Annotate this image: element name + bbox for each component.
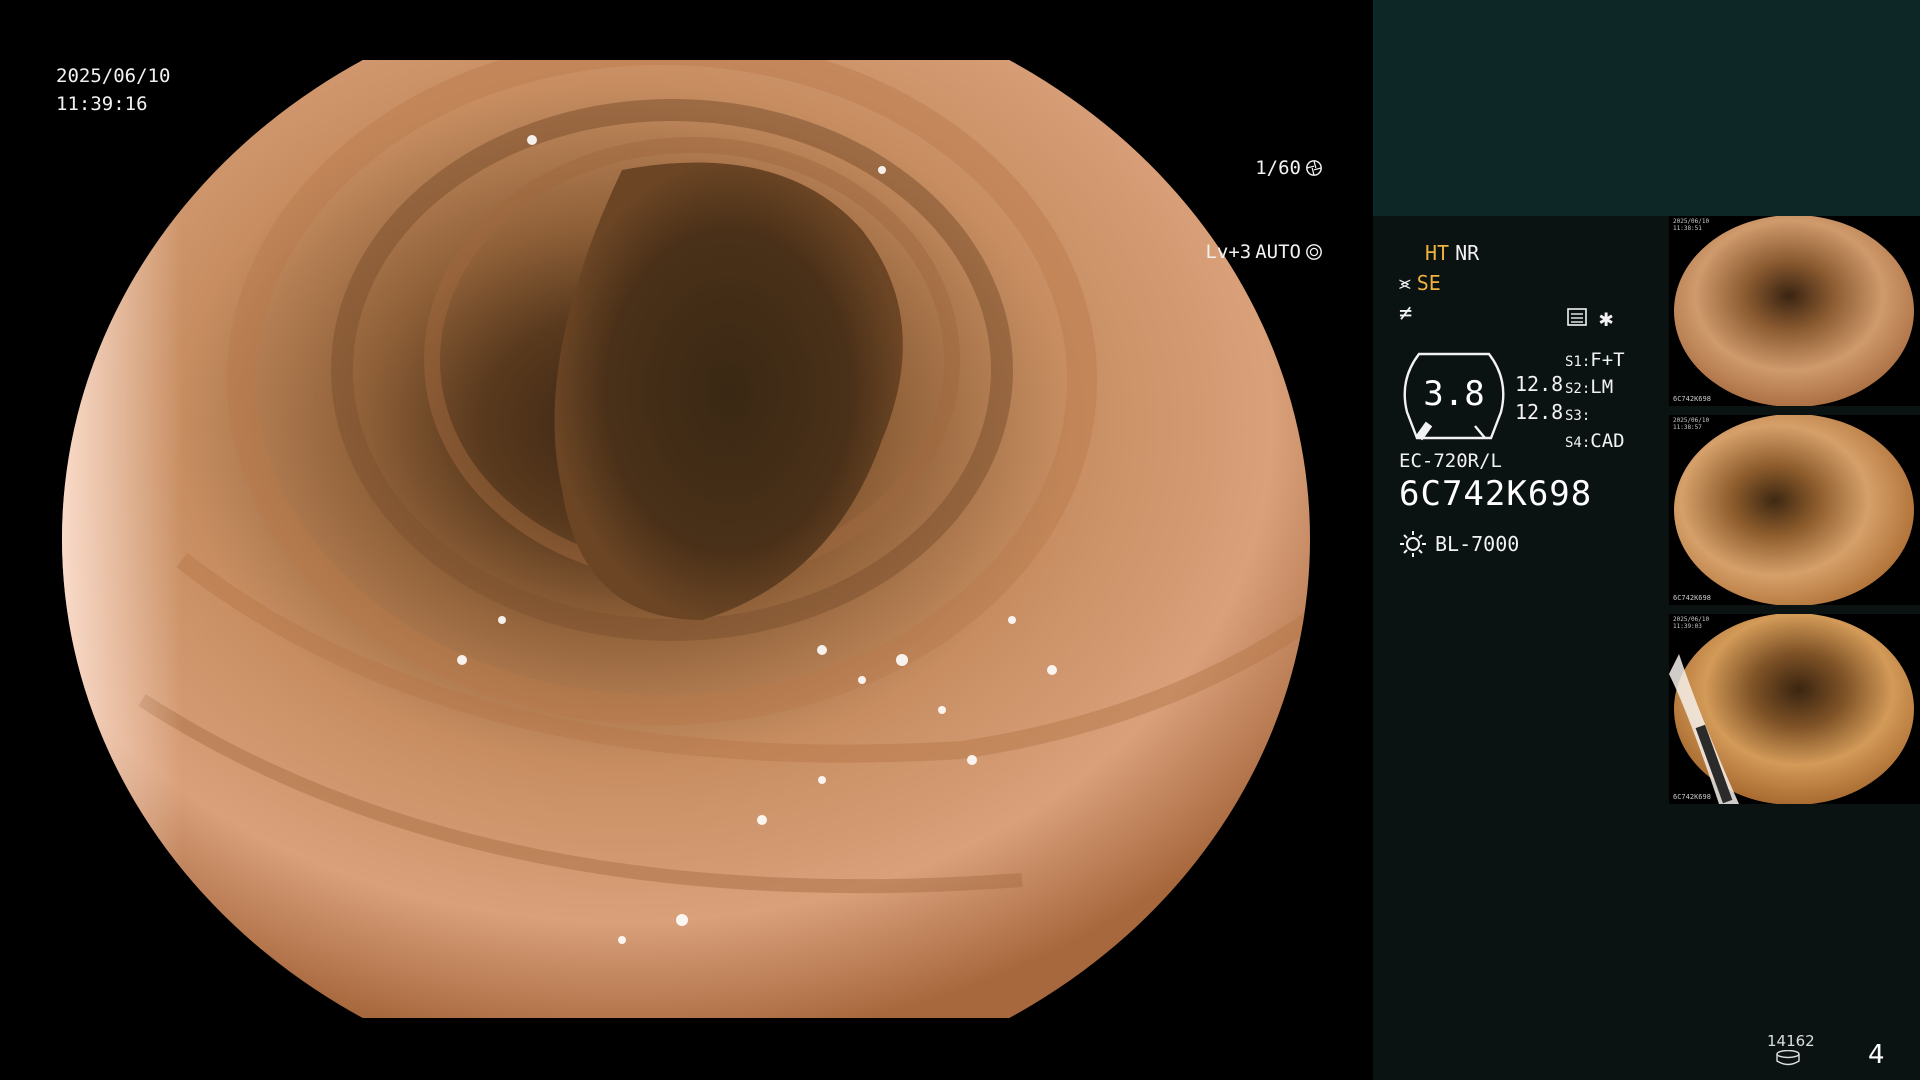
ht-indicator: HT: [1425, 241, 1450, 265]
light-source-icon: [1400, 531, 1426, 557]
switch-slot: S2:LM: [1565, 376, 1614, 398]
switch-slot: S3:: [1565, 408, 1591, 424]
exposure-mode: AUTO: [1255, 241, 1301, 263]
scope-model: EC-720R/L: [1399, 450, 1502, 472]
light-source: BL-7000: [1399, 530, 1519, 558]
shutter-icon: [1306, 160, 1322, 176]
gauge-value: 3.8: [1423, 374, 1485, 414]
thumbnail[interactable]: 2025/06/10 11:38:57 6C742K698: [1669, 415, 1920, 605]
gauge-sub-value: 12.8: [1515, 372, 1564, 396]
gauge-sub-values: 12.8 12.8: [1515, 370, 1563, 426]
structure-enhance-icon: ⪤: [1399, 272, 1411, 294]
timestamp: 2025/06/10 11:39:16: [56, 62, 170, 118]
captured-thumbnails: 2025/06/10 11:38:51 6C742K698 2025/06/10 1…: [1669, 216, 1920, 813]
status-panel: HT NR ⪤ SE ≠ ✱ 3.8 12.8 12.8 S1:F+T S2:L…: [1373, 0, 1920, 1080]
thumbnail-serial: 6C742K698: [1673, 793, 1711, 801]
magnification-gauge: 3.8: [1397, 350, 1511, 444]
switch-slot: S4:CAD: [1565, 430, 1625, 452]
gauge-sub-value: 12.8: [1515, 400, 1564, 424]
thumbnail-timestamp: 2025/06/10 11:39:03: [1673, 616, 1710, 630]
thumbnail-serial: 6C742K698: [1673, 594, 1711, 602]
nr-indicator: NR: [1455, 241, 1480, 265]
shutter-speed: 1/60: [1255, 157, 1301, 179]
switch-slot: S1:F+T: [1565, 349, 1625, 371]
page-number: 4: [1868, 1040, 1885, 1070]
contrast-icon: ≠: [1399, 300, 1413, 326]
endoscopic-image: [62, 60, 1310, 1018]
light-source-label: BL-7000: [1435, 532, 1520, 556]
thumbnail-serial: 6C742K698: [1673, 395, 1711, 403]
date-text: 2025/06/10: [56, 65, 171, 87]
time-text: 11:39:16: [56, 93, 148, 115]
status-panel-header: [1373, 0, 1920, 216]
thumbnail[interactable]: 2025/06/10 11:38:51 6C742K698: [1669, 216, 1920, 406]
image-counter: 14162: [1767, 1032, 1815, 1050]
thumbnail-timestamp: 2025/06/10 11:38:57: [1673, 417, 1710, 431]
scope-serial: 6C742K698: [1399, 474, 1593, 514]
asterisk-icon: ✱: [1599, 304, 1614, 332]
thumbnail-timestamp: 2025/06/10 11:38:51: [1673, 218, 1710, 232]
storage-icon: [1776, 1050, 1800, 1066]
exposure-readout: 1/60 Lv+3 AUTO: [1205, 98, 1323, 322]
se-indicator: SE: [1416, 271, 1441, 295]
settings-icon: [1567, 308, 1587, 326]
brightness-level: Lv+3: [1205, 241, 1252, 263]
thumbnail[interactable]: 2025/06/10 11:39:03 6C742K698: [1669, 614, 1920, 804]
iris-icon: [1306, 244, 1322, 260]
endoscope-view: 2025/06/10 11:39:16 1/60 Lv+3 AUTO: [0, 0, 1373, 1080]
switch-assignments: S1:F+T S2:LM S3: S4:CAD: [1565, 348, 1625, 456]
